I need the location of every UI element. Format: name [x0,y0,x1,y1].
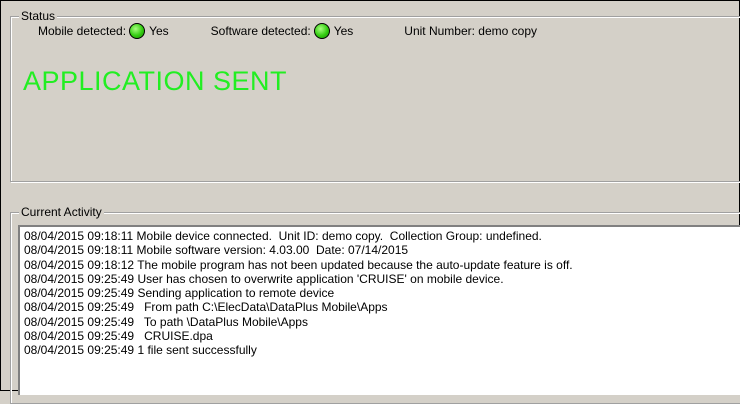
unit-number-label: Unit Number: demo copy [404,24,538,38]
log-line: 08/04/2015 09:18:11 Mobile software vers… [24,243,409,258]
log-line: 08/04/2015 09:18:11 Mobile device connec… [24,229,542,243]
mobile-detected-indicator-icon [129,23,146,39]
status-message: APPLICATION SENT [23,66,288,96]
current-activity-group-label: Current Activity [19,205,104,219]
log-line: 08/04/2015 09:25:49 CRUISE.dpa [24,329,213,344]
log-line: 08/04/2015 09:25:49 1 file sent successf… [24,343,257,358]
activity-log-list[interactable]: 08/04/2015 09:18:11 Mobile device connec… [18,225,740,395]
log-line: 08/04/2015 09:25:49 From path C:\ElecDat… [24,300,388,315]
software-detected-value: Yes [333,24,354,38]
log-line: 08/04/2015 09:18:12 The mobile program h… [24,257,573,272]
software-detected-label: Software detected: [210,24,311,38]
status-indicators-row: Mobile detected: Yes Software detected: … [38,21,537,41]
mobile-detected-value: Yes [149,24,169,38]
software-detected-indicator-icon [313,23,330,39]
mobile-detected-label: Mobile detected: [38,24,127,38]
activity-log-lines: 08/04/2015 09:18:11 Mobile device connec… [20,227,740,358]
log-line: 08/04/2015 09:25:49 User has chosen to o… [24,271,504,286]
log-line: 08/04/2015 09:25:49 To path \DataPlus Mo… [24,314,308,329]
log-line: 08/04/2015 09:25:49 Sending application … [24,286,335,301]
